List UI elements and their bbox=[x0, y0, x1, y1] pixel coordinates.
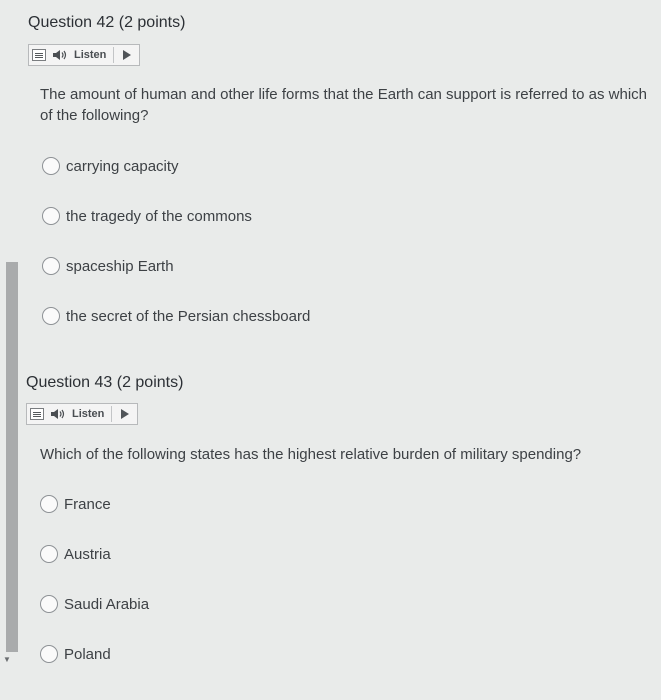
option-label[interactable]: the tragedy of the commons bbox=[66, 208, 252, 225]
answer-option[interactable]: Saudi Arabia bbox=[40, 592, 149, 616]
play-icon[interactable] bbox=[123, 50, 131, 60]
option-label[interactable]: Saudi Arabia bbox=[64, 596, 149, 613]
listen-widget[interactable]: Listen bbox=[28, 44, 140, 66]
answer-option[interactable]: carrying capacity bbox=[42, 154, 179, 178]
answer-option[interactable]: Poland bbox=[40, 642, 111, 666]
scroll-down-arrow-icon[interactable]: ▼ bbox=[3, 655, 11, 664]
question-points: (2 points) bbox=[116, 374, 184, 391]
listen-widget[interactable]: Listen bbox=[26, 403, 138, 425]
radio-button[interactable] bbox=[40, 645, 58, 663]
question-title: Question 42 bbox=[28, 14, 115, 31]
question-points: (2 points) bbox=[118, 14, 186, 31]
listen-divider bbox=[111, 406, 112, 422]
radio-button[interactable] bbox=[40, 545, 58, 563]
scrollbar-track[interactable] bbox=[6, 262, 18, 652]
speaker-icon[interactable] bbox=[50, 407, 70, 421]
answer-option[interactable]: France bbox=[40, 492, 111, 516]
speaker-icon[interactable] bbox=[52, 48, 72, 62]
listen-divider bbox=[113, 47, 114, 63]
radio-button[interactable] bbox=[40, 595, 58, 613]
menu-icon[interactable] bbox=[32, 49, 46, 61]
question-text: Which of the following states has the hi… bbox=[40, 446, 582, 463]
question-title: Question 43 bbox=[26, 374, 113, 391]
option-label[interactable]: Austria bbox=[64, 546, 111, 563]
radio-button[interactable] bbox=[42, 207, 60, 225]
option-label[interactable]: France bbox=[64, 496, 111, 513]
option-label[interactable]: carrying capacity bbox=[66, 158, 179, 175]
option-label[interactable]: the secret of the Persian chessboard bbox=[66, 308, 310, 325]
answer-option[interactable]: the tragedy of the commons bbox=[42, 204, 252, 228]
question-header: Question 43 (2 points) bbox=[26, 372, 183, 394]
answer-option[interactable]: the secret of the Persian chessboard bbox=[42, 304, 310, 328]
radio-button[interactable] bbox=[42, 307, 60, 325]
option-label[interactable]: spaceship Earth bbox=[66, 258, 174, 275]
answer-option[interactable]: Austria bbox=[40, 542, 111, 566]
menu-icon[interactable] bbox=[30, 408, 44, 420]
question-text: The amount of human and other life forms… bbox=[40, 86, 647, 124]
play-icon[interactable] bbox=[121, 409, 129, 419]
option-label[interactable]: Poland bbox=[64, 646, 111, 663]
listen-label[interactable]: Listen bbox=[72, 408, 104, 420]
question-header: Question 42 (2 points) bbox=[28, 12, 185, 34]
answer-option[interactable]: spaceship Earth bbox=[42, 254, 174, 278]
radio-button[interactable] bbox=[40, 495, 58, 513]
radio-button[interactable] bbox=[42, 157, 60, 175]
radio-button[interactable] bbox=[42, 257, 60, 275]
listen-label[interactable]: Listen bbox=[74, 49, 106, 61]
